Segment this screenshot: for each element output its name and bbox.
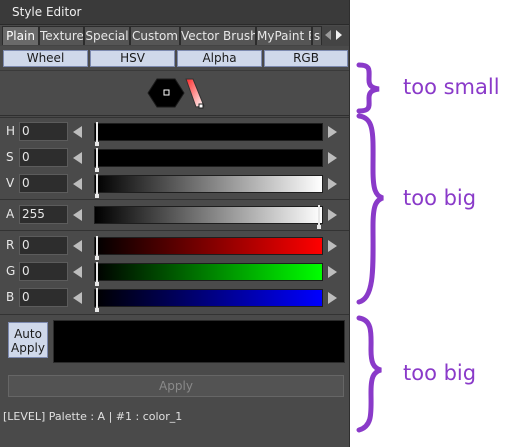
previous-color-swatch-icon (185, 78, 205, 108)
h-channel-row: H 0 (0, 120, 349, 146)
s-label: S (6, 150, 14, 164)
tab-scroll-left-icon[interactable] (325, 30, 331, 40)
b-channel-row: B 0 (0, 286, 349, 312)
h-decrease-arrow-icon[interactable] (73, 126, 82, 138)
a-label: A (6, 207, 15, 221)
r-label: R (6, 238, 15, 252)
s-slider-handle[interactable] (95, 148, 99, 172)
separator (0, 199, 349, 200)
hsv-toggle-button[interactable]: HSV (90, 50, 175, 67)
r-channel-row: R 0 (0, 234, 349, 260)
v-slider[interactable] (94, 174, 323, 198)
hexagon-center-marker (163, 89, 170, 96)
s-channel-row: S 0 (0, 146, 349, 172)
v-slider-handle[interactable] (95, 174, 99, 198)
tab-special[interactable]: Special (84, 26, 130, 45)
a-channel-row: A 255 (0, 203, 349, 229)
b-decrease-arrow-icon[interactable] (73, 292, 82, 304)
too-small-annotation: too small (403, 75, 500, 99)
b-slider[interactable] (94, 288, 323, 312)
v-value-field[interactable]: 0 (19, 174, 68, 193)
status-text: [LEVEL] Palette : A | #1 : color_1 (3, 410, 183, 423)
tab-texture[interactable]: Texture (39, 26, 84, 45)
a-value-field[interactable]: 255 (19, 205, 68, 224)
title-bar: Style Editor (0, 0, 349, 25)
too-big-annotation-2: too big (403, 361, 477, 385)
s-value-field[interactable]: 0 (19, 148, 68, 167)
auto-apply-label-line2: Apply (11, 341, 45, 355)
color-preview-area (0, 70, 349, 116)
g-increase-arrow-icon[interactable] (328, 266, 337, 278)
auto-apply-label-line1: Auto (14, 327, 42, 341)
g-label: G (6, 264, 16, 278)
style-editor-panel: Style Editor Plain Texture Special Custo… (0, 0, 350, 447)
r-increase-arrow-icon[interactable] (328, 240, 337, 252)
v-increase-arrow-icon[interactable] (328, 178, 337, 190)
mode-toggle-bar: Wheel HSV Alpha RGB (0, 47, 349, 69)
swatch-corner-marker (198, 103, 204, 109)
alpha-toggle-button[interactable]: Alpha (177, 50, 262, 67)
g-slider[interactable] (94, 262, 323, 286)
auto-apply-toggle-button[interactable]: Auto Apply (8, 322, 48, 358)
too-big-annotation-1: too big (403, 186, 477, 210)
tab-scroll-right-icon[interactable] (336, 30, 342, 40)
r-slider-handle[interactable] (95, 236, 99, 260)
b-slider-handle[interactable] (95, 288, 99, 312)
b-value-field[interactable]: 0 (19, 288, 68, 307)
h-slider[interactable] (94, 122, 323, 146)
r-value-field[interactable]: 0 (19, 236, 68, 255)
s-slider[interactable] (94, 148, 323, 172)
rgb-toggle-button[interactable]: RGB (264, 50, 348, 67)
tab-bar: Plain Texture Special Custom Vector Brus… (0, 26, 349, 46)
separator (0, 314, 349, 315)
s-decrease-arrow-icon[interactable] (73, 152, 82, 164)
apply-button[interactable]: Apply (8, 375, 344, 397)
h-label: H (6, 124, 16, 138)
a-decrease-arrow-icon[interactable] (73, 209, 82, 221)
h-value-field[interactable]: 0 (19, 122, 68, 141)
tab-mypaint-brush[interactable]: MyPaint B (256, 26, 312, 45)
a-increase-arrow-icon[interactable] (328, 209, 337, 221)
r-slider[interactable] (94, 236, 323, 260)
wheel-toggle-button[interactable]: Wheel (3, 50, 88, 67)
separator (0, 230, 349, 231)
tab-custom[interactable]: Custom (130, 26, 180, 45)
window-title: Style Editor (12, 5, 82, 19)
color-preview-graphic (147, 78, 205, 109)
b-label: B (6, 290, 15, 304)
too-big-brace-1 (356, 113, 384, 305)
tab-vector-brush[interactable]: Vector Brush (180, 26, 256, 45)
too-small-brace (356, 62, 380, 114)
h-increase-arrow-icon[interactable] (328, 126, 337, 138)
annotation-braces (356, 62, 384, 433)
tab-plain[interactable]: Plain (2, 26, 39, 45)
b-increase-arrow-icon[interactable] (328, 292, 337, 304)
tab-partial[interactable]: s (312, 26, 322, 45)
g-channel-row: G 0 (0, 260, 349, 286)
h-slider-handle[interactable] (95, 122, 99, 146)
s-increase-arrow-icon[interactable] (328, 152, 337, 164)
g-value-field[interactable]: 0 (19, 262, 68, 281)
v-channel-row: V 0 (0, 172, 349, 198)
v-label: V (6, 176, 15, 190)
g-slider-handle[interactable] (95, 262, 99, 286)
g-decrease-arrow-icon[interactable] (73, 266, 82, 278)
too-big-brace-2 (356, 315, 382, 433)
a-slider[interactable] (94, 205, 323, 229)
v-decrease-arrow-icon[interactable] (73, 178, 82, 190)
a-slider-handle[interactable] (317, 205, 321, 229)
separator (0, 117, 349, 118)
current-color-swatch (53, 320, 345, 363)
r-decrease-arrow-icon[interactable] (73, 240, 82, 252)
